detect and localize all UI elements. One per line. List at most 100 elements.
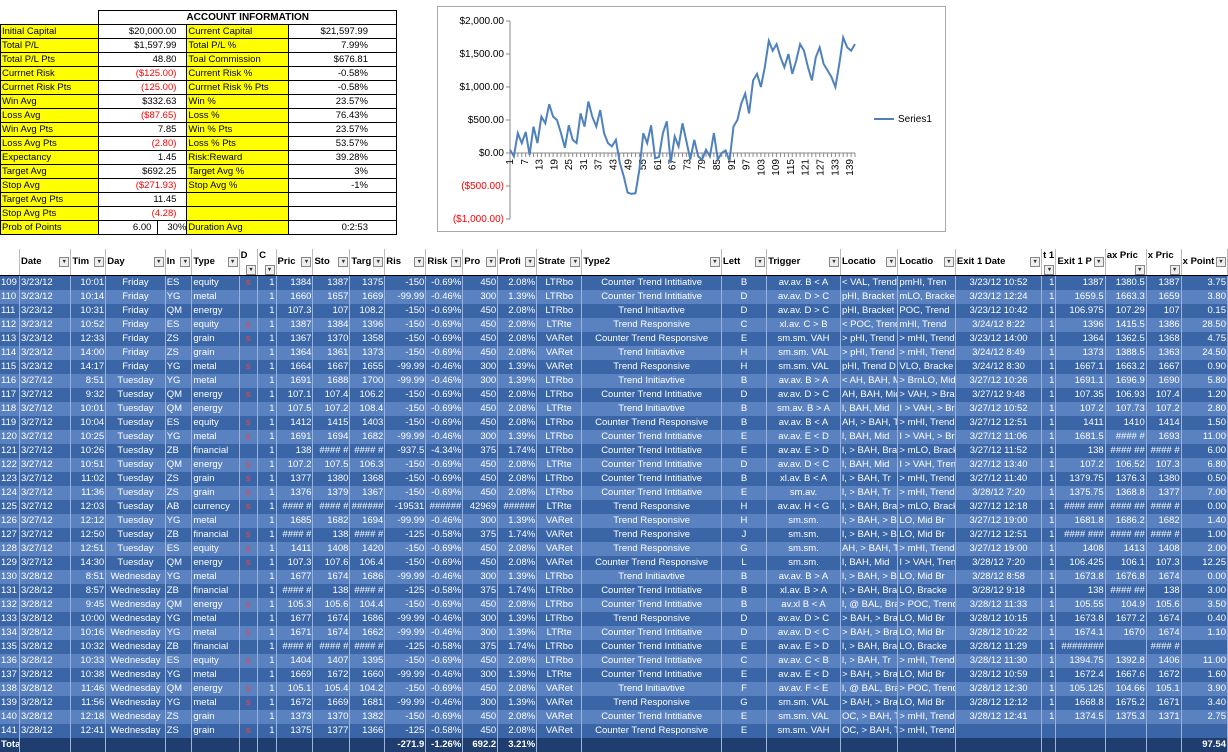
table-cell[interactable]: VARet (536, 682, 583, 696)
table-cell[interactable]: 1396 (349, 318, 386, 332)
table-cell[interactable]: Wednesday (105, 640, 166, 654)
table-cell[interactable]: pHI, Bracket (840, 290, 899, 304)
table-cell[interactable] (239, 710, 259, 724)
table-cell[interactable]: 3/27/12 12:51 (955, 416, 1043, 430)
table-cell[interactable]: -0.58% (425, 584, 464, 598)
table-cell[interactable]: 3/27/12 11:52 (955, 444, 1043, 458)
table-cell[interactable]: 3/23/12 14:00 (955, 332, 1043, 346)
table-cell[interactable]: metal (191, 290, 240, 304)
table-cell[interactable]: 107.2 (312, 402, 351, 416)
table-cell[interactable]: s (239, 500, 259, 514)
table-cell[interactable]: 3/28/12 (19, 584, 72, 598)
table-cell[interactable]: 105.55 (1055, 598, 1106, 612)
table-cell[interactable]: 24.50 (1181, 346, 1228, 360)
table-cell[interactable]: av.av. B > A (766, 374, 841, 388)
table-cell[interactable]: 3/23/12 (19, 318, 72, 332)
table-cell[interactable]: 1380 (312, 472, 351, 486)
table-cell[interactable]: 1668.8 (1055, 696, 1106, 710)
table-cell[interactable]: 1375.75 (1055, 486, 1106, 500)
table-cell[interactable]: -150 (384, 542, 427, 556)
table-cell[interactable]: av.av. B > A (766, 570, 841, 584)
column-header[interactable]: Tim ▾ (70, 249, 107, 276)
table-cell[interactable]: > mLO, Bracke (897, 444, 956, 458)
table-cell[interactable]: LO, Mid Br (897, 696, 956, 710)
table-cell[interactable]: 1 (257, 444, 277, 458)
filter-dropdown-icon[interactable]: ▾ (414, 257, 425, 267)
table-cell[interactable]: grain (191, 346, 240, 360)
table-cell[interactable]: 1 (1041, 584, 1057, 598)
table-cell[interactable]: 12:41 (70, 724, 107, 738)
table-cell[interactable]: 3/27/12 (19, 514, 72, 528)
table-cell[interactable]: 1367 (349, 486, 386, 500)
table-cell[interactable]: 1 (257, 346, 277, 360)
table-cell[interactable]: 1672.4 (1055, 668, 1106, 682)
table-cell[interactable]: 1394.75 (1055, 654, 1106, 668)
table-cell[interactable]: 1368 (1146, 332, 1182, 346)
column-header[interactable]: x Point ▾ (1181, 249, 1228, 276)
table-cell[interactable]: B (721, 275, 768, 290)
table-cell[interactable]: 2.08% (497, 724, 538, 738)
table-cell[interactable]: > BAH, > Bran (840, 626, 899, 640)
table-cell[interactable]: 2.08% (497, 542, 538, 556)
table-cell[interactable]: 1.39% (497, 696, 538, 710)
table-cell[interactable]: I > VAH, > Bra (897, 402, 956, 416)
table-cell[interactable]: Tuesday (105, 500, 166, 514)
table-row[interactable]: 115 3/23/12 14:17 Friday YG metal s 1 1664 1667 16… (0, 360, 1228, 374)
table-cell[interactable]: LTRbo (536, 612, 583, 626)
table-cell[interactable]: -150 (384, 402, 427, 416)
table-cell[interactable]: -150 (384, 598, 427, 612)
table-cell[interactable]: D (721, 388, 768, 402)
table-cell[interactable]: av.av. B < A (766, 275, 841, 290)
table-cell[interactable]: -0.69% (425, 416, 464, 430)
column-header[interactable]: Exit 1 P ▾ (1055, 249, 1106, 276)
table-cell[interactable]: VARet (536, 332, 583, 346)
table-row[interactable]: 132 3/28/12 9:45 Wednesday QM energy s 1 105.3 10… (0, 598, 1228, 612)
table-cell[interactable]: 1387 (312, 275, 351, 290)
table-cell[interactable]: 450 (462, 682, 499, 696)
table-cell[interactable]: YG (165, 696, 193, 710)
table-cell[interactable]: 9:45 (70, 598, 107, 612)
filter-dropdown-icon[interactable]: ▾ (570, 257, 581, 267)
table-cell[interactable]: 1370 (312, 710, 351, 724)
table-cell[interactable]: ###### (349, 500, 386, 514)
table-cell[interactable]: 1.39% (497, 360, 538, 374)
table-cell[interactable]: 1 (1041, 374, 1057, 388)
table-cell[interactable]: 1 (257, 724, 277, 738)
table-cell[interactable]: energy (191, 402, 240, 416)
table-cell[interactable]: equity (191, 416, 240, 430)
table-cell[interactable]: 450 (462, 402, 499, 416)
table-cell[interactable]: ###### (425, 500, 464, 514)
table-cell[interactable]: 1 (1041, 570, 1057, 584)
table-cell[interactable]: 1 (1041, 612, 1057, 626)
table-cell[interactable]: 12:50 (70, 528, 107, 542)
table-cell[interactable]: -0.58% (425, 640, 464, 654)
table-cell[interactable]: 450 (462, 710, 499, 724)
table-cell[interactable]: -99.99 (384, 696, 427, 710)
column-header[interactable]: Type2 ▾ (581, 249, 722, 276)
table-cell[interactable]: s (239, 486, 259, 500)
table-cell[interactable]: 1 (1041, 682, 1057, 696)
table-cell[interactable]: AB (165, 500, 193, 514)
filter-dropdown-icon[interactable]: ▾ (227, 257, 238, 267)
table-cell[interactable]: > mHI, Trend Up (897, 724, 956, 738)
table-cell[interactable]: LO, Mid Br (897, 514, 956, 528)
table-cell[interactable]: 0.00 (1181, 570, 1228, 584)
row-number[interactable]: 115 (0, 360, 20, 374)
table-cell[interactable]: C (721, 318, 768, 332)
table-cell[interactable]: E (721, 332, 768, 346)
table-cell[interactable]: mLO, Bracke (897, 290, 956, 304)
row-number[interactable]: 135 (0, 640, 20, 654)
table-cell[interactable]: LO, Mid Br (897, 668, 956, 682)
table-cell[interactable]: 1 (1041, 668, 1057, 682)
table-cell[interactable]: 1674.1 (1055, 626, 1106, 640)
table-cell[interactable]: 0.00 (1181, 500, 1228, 514)
table-cell[interactable]: 1659 (1146, 290, 1182, 304)
table-cell[interactable]: 3/23/12 10:52 (955, 275, 1043, 290)
row-number[interactable]: 109 (0, 275, 20, 290)
table-cell[interactable]: LTRbo (536, 486, 583, 500)
table-cell[interactable]: G (721, 542, 768, 556)
table-cell[interactable]: LTRbo (536, 388, 583, 402)
table-cell[interactable]: #### # (1146, 528, 1182, 542)
table-cell[interactable]: > mLO, Bracke (897, 500, 956, 514)
table-cell[interactable]: 1380.5 (1105, 275, 1147, 290)
